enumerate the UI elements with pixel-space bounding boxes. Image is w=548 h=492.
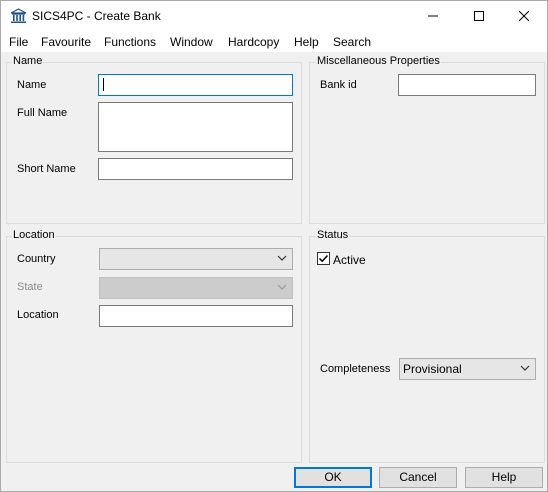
- minimize-icon: [428, 15, 438, 17]
- bank-id-input[interactable]: [398, 74, 536, 96]
- name-input[interactable]: [98, 74, 293, 96]
- status-group: [309, 236, 545, 463]
- completeness-label: Completeness: [320, 363, 391, 375]
- chevron-down-icon: [277, 284, 287, 290]
- location-label: Location: [17, 309, 59, 321]
- bank-building-icon: [10, 8, 27, 23]
- window-title: SICS4PC - Create Bank: [32, 9, 161, 23]
- ok-button[interactable]: OK: [294, 467, 372, 488]
- active-checkbox[interactable]: [317, 252, 330, 265]
- state-label: State: [17, 281, 43, 293]
- short-name-label: Short Name: [17, 163, 76, 175]
- menu-favourite[interactable]: Favourite: [41, 35, 91, 49]
- minimize-button[interactable]: [410, 1, 456, 31]
- menu-help[interactable]: Help: [294, 35, 319, 49]
- name-label: Name: [17, 79, 47, 91]
- checkmark-icon: [318, 254, 329, 263]
- short-name-input[interactable]: [98, 158, 293, 180]
- menu-hardcopy[interactable]: Hardcopy: [228, 35, 279, 49]
- country-select[interactable]: [99, 248, 293, 270]
- menu-functions[interactable]: Functions: [104, 35, 156, 49]
- close-icon: [519, 11, 529, 21]
- name-group-label: Name: [12, 55, 44, 67]
- location-input[interactable]: [99, 305, 293, 327]
- country-label: Country: [17, 253, 56, 265]
- maximize-button[interactable]: [456, 1, 502, 31]
- state-select: [99, 277, 293, 299]
- bank-id-label: Bank id: [320, 79, 357, 91]
- help-button[interactable]: Help: [465, 467, 543, 488]
- menu-window[interactable]: Window: [170, 35, 213, 49]
- chevron-down-icon: [520, 365, 530, 371]
- maximize-icon: [474, 11, 484, 21]
- full-name-input[interactable]: [98, 102, 293, 152]
- location-group-label: Location: [12, 229, 56, 241]
- close-button[interactable]: [501, 1, 547, 31]
- misc-properties-group-label: Miscellaneous Properties: [316, 55, 441, 67]
- menu-file[interactable]: File: [9, 35, 28, 49]
- create-bank-window: SICS4PC - Create Bank File Favourite Fun…: [0, 0, 548, 492]
- location-group: [6, 236, 302, 463]
- full-name-label: Full Name: [17, 107, 68, 119]
- completeness-value: Provisional: [403, 362, 462, 376]
- active-label[interactable]: Active: [333, 253, 366, 267]
- cancel-button[interactable]: Cancel: [379, 467, 457, 488]
- chevron-down-icon: [277, 255, 287, 261]
- completeness-select[interactable]: Provisional: [399, 358, 536, 380]
- status-group-label: Status: [316, 229, 350, 241]
- menu-search[interactable]: Search: [333, 35, 371, 49]
- title-bar[interactable]: SICS4PC - Create Bank: [1, 1, 547, 31]
- menu-bar: File Favourite Functions Window Hardcopy…: [1, 31, 547, 52]
- text-caret: [103, 78, 104, 91]
